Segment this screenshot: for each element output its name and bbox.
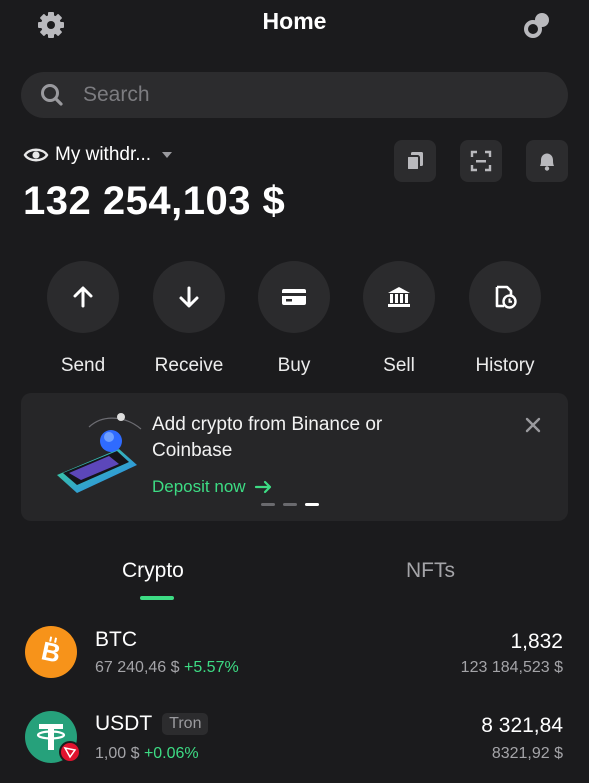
asset-amount: 1,832 xyxy=(510,630,563,653)
sell-action[interactable]: Sell xyxy=(344,261,454,377)
asset-fiat-value: 123 184,523 $ xyxy=(460,659,563,676)
sell-button[interactable] xyxy=(363,261,435,333)
sell-label: Sell xyxy=(383,355,415,376)
asset-change: +0.06% xyxy=(143,745,199,762)
carousel-indicator xyxy=(261,503,319,506)
receive-button[interactable] xyxy=(153,261,225,333)
history-action[interactable]: History xyxy=(450,261,560,377)
promo-banner[interactable]: Add crypto from Binance or Coinbase Depo… xyxy=(21,393,568,521)
asset-amount: 8 321,84 xyxy=(481,714,563,737)
phone-illustration xyxy=(49,407,149,497)
asset-change: +5.57% xyxy=(183,659,239,676)
eye-icon[interactable] xyxy=(23,144,49,166)
buy-button[interactable] xyxy=(258,261,330,333)
asset-row-btc[interactable]: B BTC 67 240,46 $ +5.57% 1,832 123 184,5… xyxy=(0,624,589,684)
send-button[interactable] xyxy=(47,261,119,333)
arrow-right-icon xyxy=(254,480,271,494)
copy-button[interactable] xyxy=(394,140,436,182)
promo-text: Add crypto from Binance or Coinbase xyxy=(152,414,383,461)
network-badge: Tron xyxy=(162,713,209,735)
search-input[interactable] xyxy=(83,83,523,107)
chevron-down-icon xyxy=(162,152,173,158)
asset-price-line: 67 240,46 $ +5.57% xyxy=(95,659,239,677)
history-label: History xyxy=(475,355,535,376)
carousel-dot xyxy=(283,503,297,506)
asset-symbol: USDT xyxy=(95,712,153,735)
carousel-dot xyxy=(261,503,275,506)
search-bar[interactable] xyxy=(21,72,568,118)
walletconnect-icon[interactable] xyxy=(521,10,553,40)
tab-nfts[interactable]: NFTs xyxy=(406,559,455,583)
scan-icon xyxy=(470,150,492,172)
asset-symbol: BTC xyxy=(95,628,137,651)
asset-price: 67 240,46 $ xyxy=(95,659,180,676)
wallet-selector[interactable]: My withdr... xyxy=(23,142,173,168)
notifications-button[interactable] xyxy=(526,140,568,182)
asset-row-usdt[interactable]: USDT Tron 1,00 $ +0.06% 8 321,84 8321,92… xyxy=(0,708,589,770)
card-icon xyxy=(282,289,306,305)
asset-price-line: 1,00 $ +0.06% xyxy=(95,745,199,763)
asset-title: USDT Tron xyxy=(95,712,209,736)
tab-crypto[interactable]: Crypto xyxy=(122,559,184,583)
wallet-name: My withdr... xyxy=(55,144,152,165)
receive-action[interactable]: Receive xyxy=(134,261,244,377)
btc-icon: B xyxy=(25,626,77,678)
asset-price: 1,00 $ xyxy=(95,745,140,762)
send-label: Send xyxy=(60,355,106,376)
active-tab-indicator xyxy=(140,596,174,600)
asset-fiat-value: 8321,92 $ xyxy=(491,745,563,762)
scan-button[interactable] xyxy=(460,140,502,182)
receive-label: Receive xyxy=(154,355,224,376)
close-icon[interactable] xyxy=(521,413,545,437)
deposit-now-link[interactable]: Deposit now xyxy=(152,477,274,497)
send-action[interactable]: Send xyxy=(28,261,138,377)
arrow-up-icon xyxy=(73,286,93,308)
wallet-balance: 132 254,103 $ xyxy=(23,179,286,223)
history-button[interactable] xyxy=(469,261,541,333)
deposit-now-label: Deposit now xyxy=(152,477,246,496)
bell-icon xyxy=(540,153,554,171)
buy-label: Buy xyxy=(277,355,311,376)
buy-action[interactable]: Buy xyxy=(239,261,349,377)
carousel-dot-active xyxy=(305,503,319,506)
page-title: Home xyxy=(262,8,327,34)
arrow-down-icon xyxy=(179,286,199,308)
copy-icon xyxy=(406,152,423,171)
bank-icon xyxy=(388,287,410,307)
tron-network-icon xyxy=(59,741,81,763)
search-icon xyxy=(41,84,63,106)
history-icon xyxy=(495,285,517,309)
